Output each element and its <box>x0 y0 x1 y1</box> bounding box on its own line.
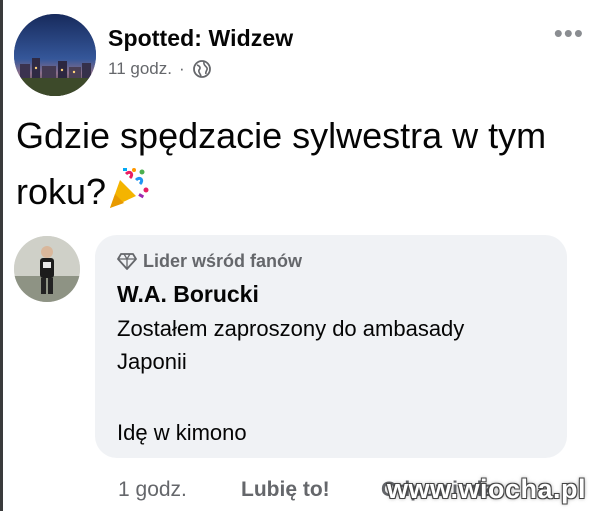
top-fan-badge: Lider wśród fanów <box>117 251 302 272</box>
comment-line: Zostałem zaproszony do ambasady <box>117 316 465 341</box>
page-avatar[interactable] <box>14 14 96 96</box>
watermark: www.wiocha.pl <box>386 474 586 504</box>
diamond-icon <box>117 253 137 270</box>
left-edge-bar <box>0 0 3 511</box>
meta-separator: · <box>178 59 185 78</box>
comment-line: Japonii <box>117 349 187 374</box>
like-button[interactable]: Lubię to! <box>241 478 330 502</box>
comment-time[interactable]: 1 godz. <box>118 478 187 502</box>
party-popper-icon <box>106 166 150 210</box>
post-time[interactable]: 11 godz. <box>108 59 172 79</box>
more-horizontal-icon[interactable]: ••• <box>554 20 584 46</box>
post-text-content: Gdzie spędzacie sylwestra w tym roku? <box>16 115 547 212</box>
page-name[interactable]: Spotted: Widzew <box>108 25 293 52</box>
post-meta: 11 godz. · <box>108 59 212 79</box>
comment-line: Idę w kimono <box>117 420 247 445</box>
post-text: Gdzie spędzacie sylwestra w tym roku? <box>16 108 576 220</box>
comment-author[interactable]: W.A. Borucki <box>117 281 259 308</box>
badge-label: Lider wśród fanów <box>143 251 303 271</box>
commenter-avatar[interactable] <box>14 236 80 302</box>
globe-icon <box>192 59 212 79</box>
